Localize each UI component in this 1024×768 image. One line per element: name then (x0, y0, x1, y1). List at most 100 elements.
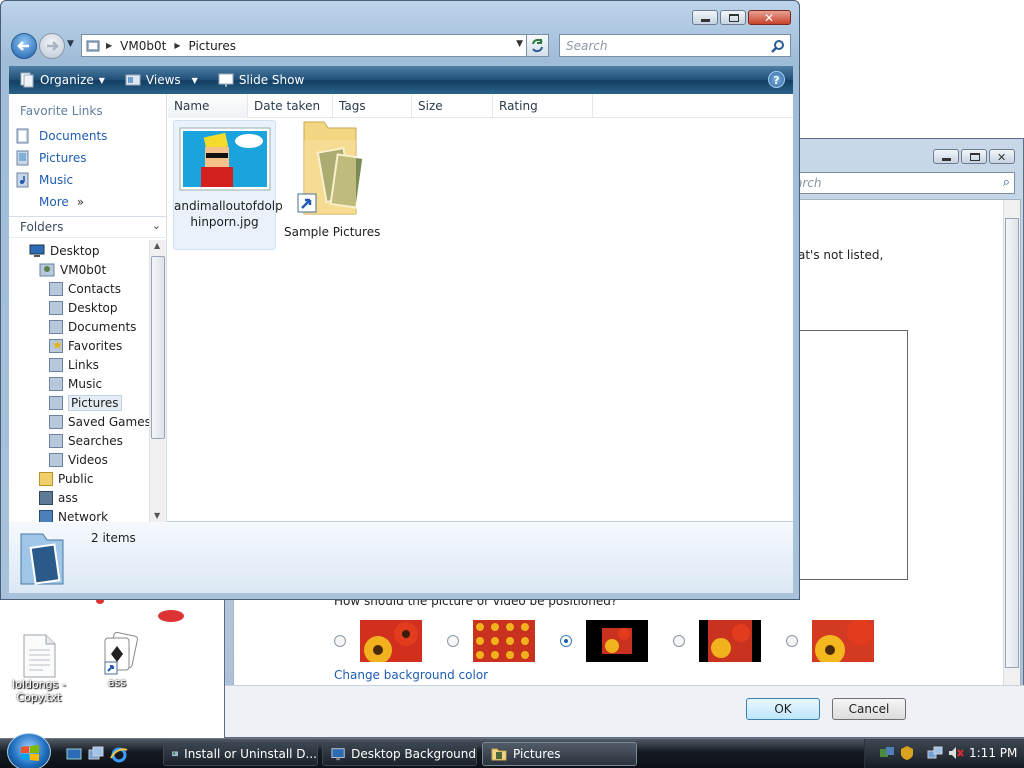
tree-item-saved-games[interactable]: Saved Games (49, 412, 149, 431)
clock[interactable]: 1:11 PM (969, 746, 1017, 760)
computer-icon (39, 490, 53, 505)
tree-item-ass[interactable]: ass (39, 488, 78, 507)
network-icon (39, 509, 53, 522)
back-button[interactable] (11, 33, 37, 59)
favorite-link-label: Music (39, 173, 74, 187)
taskbar-item-label: Install or Uninstall D... (184, 747, 317, 761)
close-button[interactable]: ✕ (748, 10, 791, 25)
tree-item-desktop[interactable]: Desktop (29, 241, 100, 260)
refresh-button[interactable] (526, 34, 549, 57)
favorite-links-heading: Favorite Links (20, 104, 103, 118)
taskbar-item-install-uninstall[interactable]: Install or Uninstall D... (163, 742, 318, 766)
breadcrumb-pictures[interactable]: Pictures (188, 39, 236, 53)
minimize-button[interactable] (933, 149, 959, 164)
start-button[interactable] (7, 733, 51, 768)
tree-item-label: Contacts (68, 281, 121, 296)
switch-windows-icon[interactable] (88, 746, 104, 762)
security-tray-icon[interactable] (899, 745, 915, 764)
close-button[interactable]: ✕ (989, 149, 1015, 164)
breadcrumb-vm0b0t[interactable]: VM0b0t (120, 39, 166, 53)
organize-icon (20, 72, 34, 88)
flower-fit-thumbnail (699, 620, 761, 662)
pictures-folder-large-icon (20, 533, 64, 585)
folder-path-icon (86, 40, 100, 51)
desktop-folder-icon (49, 300, 63, 315)
views-icon (125, 74, 141, 86)
internet-explorer-icon[interactable] (110, 746, 128, 763)
scroll-up-icon[interactable]: ▲ (154, 241, 160, 250)
address-dropdown-icon[interactable]: ▼ (516, 39, 523, 49)
column-header-date-taken[interactable]: Date taken (248, 94, 333, 118)
display-icon (331, 748, 345, 761)
content-scrollbar[interactable] (1003, 200, 1020, 688)
more-links[interactable]: More » (39, 192, 84, 212)
tree-item-searches[interactable]: Searches (49, 431, 123, 450)
breadcrumb-separator-icon: ▶ (106, 41, 113, 50)
cancel-button[interactable]: Cancel (832, 698, 906, 720)
connection-tray-icon[interactable] (927, 745, 945, 764)
search-input[interactable]: Search ⌕ (775, 172, 1015, 194)
tree-item-vm0b0t[interactable]: VM0b0t (39, 260, 106, 279)
pictures-folder-icon (49, 395, 63, 410)
solitaire-shortcut-icon (99, 631, 139, 675)
views-button[interactable]: Views ▼ (115, 66, 208, 94)
maximize-button[interactable] (961, 149, 987, 164)
position-radio-center[interactable] (560, 635, 572, 647)
folder-tree: Desktop VM0b0t Contacts Desktop Document… (9, 240, 149, 522)
forward-button[interactable] (39, 33, 65, 59)
volume-muted-icon[interactable] (947, 745, 965, 764)
position-radio-fit[interactable] (334, 635, 346, 647)
column-header-tags[interactable]: Tags (333, 94, 412, 118)
tree-item-documents[interactable]: Documents (49, 317, 136, 336)
tree-item-desktop-sub[interactable]: Desktop (49, 298, 118, 317)
show-desktop-icon[interactable] (66, 746, 82, 762)
search-input[interactable]: Search (559, 34, 791, 57)
desktop-icon-ass[interactable]: ass (82, 631, 152, 689)
column-header-size[interactable]: Size (412, 94, 493, 118)
folder-tree-scrollbar[interactable]: ▲ ▼ (149, 240, 166, 522)
tree-item-label: Network (58, 509, 109, 523)
recent-pages-dropdown[interactable]: ▼ (67, 39, 74, 49)
slide-show-button[interactable]: Slide Show (208, 66, 314, 94)
change-background-color-link[interactable]: Change background color (334, 668, 488, 682)
address-bar[interactable]: ▶ VM0b0t ▶ Pictures ▼ (81, 34, 529, 57)
image-thumbnail (179, 127, 270, 191)
folders-toggle[interactable]: Folders ⌄ (9, 216, 167, 238)
tree-item-contacts[interactable]: Contacts (49, 279, 121, 298)
position-radio-fill[interactable] (673, 635, 685, 647)
favorite-link-pictures[interactable]: Pictures (15, 148, 87, 168)
tree-item-label: Desktop (50, 243, 100, 258)
organize-button[interactable]: Organize ▼ (9, 66, 115, 94)
minimize-button[interactable] (692, 10, 718, 25)
tree-item-music[interactable]: Music (49, 374, 102, 393)
help-button[interactable]: ? (768, 71, 785, 88)
tree-item-videos[interactable]: Videos (49, 450, 108, 469)
network-tray-icon[interactable] (879, 745, 895, 764)
position-radio-stretch[interactable] (786, 635, 798, 647)
scroll-down-icon[interactable]: ▼ (154, 511, 160, 520)
tree-item-public[interactable]: Public (39, 469, 94, 488)
favorite-link-music[interactable]: Music (15, 170, 73, 190)
column-header-rating[interactable]: Rating (493, 94, 593, 118)
ok-button[interactable]: OK (746, 698, 820, 720)
taskbar-item-pictures[interactable]: Pictures (482, 742, 637, 766)
tree-item-network[interactable]: Network (39, 507, 108, 522)
tree-item-links[interactable]: Links (49, 355, 99, 374)
scroll-thumb[interactable] (151, 256, 165, 439)
desktop-wallpaper-fragment (158, 610, 184, 622)
tree-item-label: Links (68, 357, 99, 372)
taskbar-item-desktop-background[interactable]: Desktop Background (322, 742, 477, 766)
column-header-name[interactable]: Name (168, 94, 248, 118)
favorite-link-documents[interactable]: Documents (15, 126, 107, 146)
forward-arrow-icon (47, 41, 59, 51)
folder-item-sample-pictures[interactable]: Sample Pictures (284, 120, 380, 240)
breadcrumb-separator-icon: ▶ (174, 41, 181, 50)
tree-item-pictures[interactable]: Pictures (49, 393, 122, 412)
position-radio-tile[interactable] (447, 635, 459, 647)
desktop-icon-loldongs-copy[interactable]: loldongs - Copy.txt (4, 634, 74, 704)
maximize-button[interactable] (720, 10, 746, 25)
file-item-jpg[interactable]: andimalloutofdolp hinporn.jpg (173, 120, 283, 250)
favorites-folder-icon: ★ (49, 338, 63, 353)
tree-item-favorites[interactable]: ★ Favorites (49, 336, 122, 355)
more-links-label: More (39, 195, 69, 209)
